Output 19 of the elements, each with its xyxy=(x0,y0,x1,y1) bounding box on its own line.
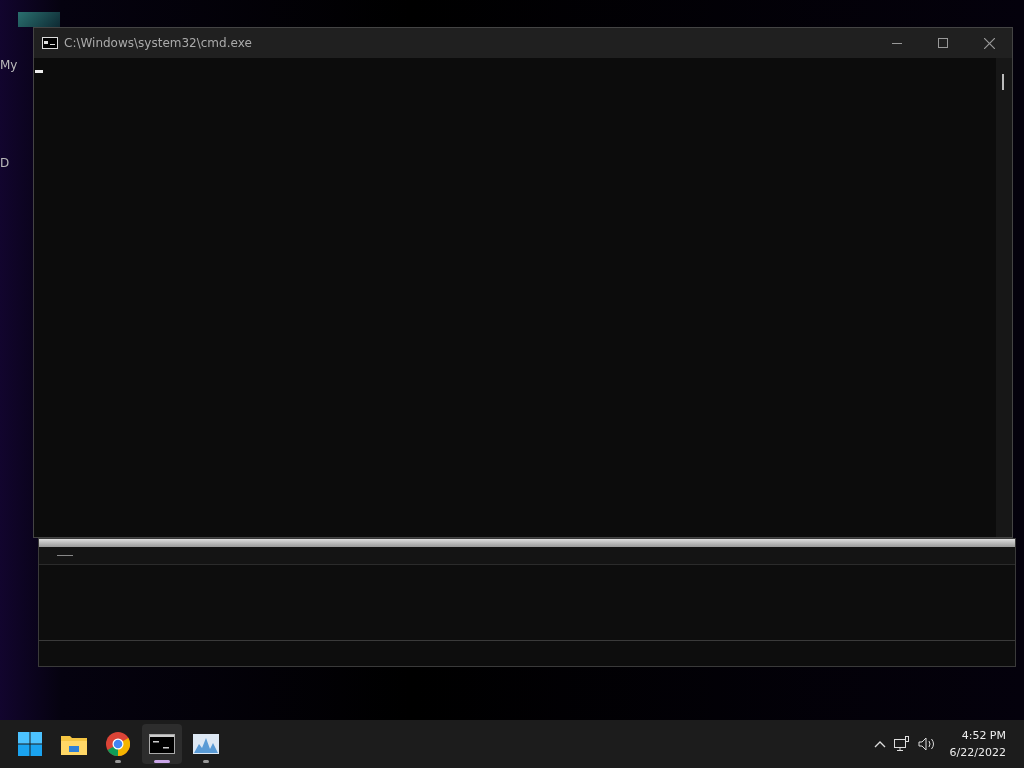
desktop-icon-label[interactable]: D xyxy=(0,156,30,170)
desktop-icon-label[interactable]: My xyxy=(0,58,30,72)
chevron-up-icon[interactable] xyxy=(873,740,886,748)
window-title: C:\Windows\system32\cmd.exe xyxy=(64,36,252,50)
close-icon[interactable] xyxy=(983,37,995,49)
speaker-icon[interactable] xyxy=(917,737,936,751)
network-icon[interactable] xyxy=(893,736,910,752)
terminal-icon[interactable] xyxy=(149,734,175,754)
windows-logo-icon[interactable] xyxy=(18,732,42,756)
minimize-icon[interactable] xyxy=(892,42,902,44)
scrollbar-thumb[interactable] xyxy=(1002,74,1004,90)
folder-icon[interactable] xyxy=(61,733,87,755)
maximize-icon[interactable] xyxy=(938,38,948,48)
browser-icon[interactable] xyxy=(106,732,130,756)
clock[interactable]: 4:52 PM 6/22/2022 xyxy=(949,727,1006,761)
clock-date: 6/22/2022 xyxy=(949,745,1006,761)
text-cursor xyxy=(35,70,43,73)
console-app-icon xyxy=(42,37,58,49)
clock-time: 4:52 PM xyxy=(961,728,1006,744)
